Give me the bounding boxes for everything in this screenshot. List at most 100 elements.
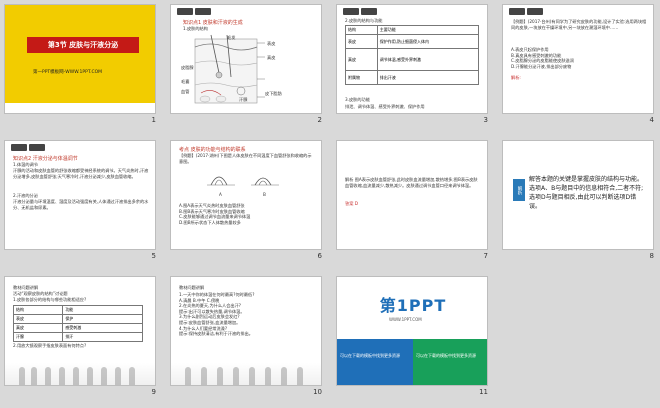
slide-thumbnail-5[interactable]: 知识点2 汗液分泌与体温调节 1.体温的调节 汗腺的活动和皮肤血管的舒张收缩都受… [4,140,156,250]
nav-tag-icon [509,8,525,15]
diagram-label: 血管 [181,89,190,94]
slide-grid: 第3节 皮肤与汗液分泌 第一PPT模板网-WWW.1PPT.COM 1 知识点1… [0,0,660,408]
list-item: 提示:保持皮肤清洁,有利于汗液的排出。 [179,331,253,337]
slide-thumbnail-11[interactable]: 第1PPT WWW.1PPT.COM 可以在下载的模板中找到更多资源 可以在下载… [336,276,488,386]
people-silhouette-icon [171,363,321,385]
slide-number: 2 [317,116,322,124]
slide-footer-text: 第一PPT模板网-WWW.1PPT.COM [33,70,103,75]
nav-tag-icon [195,8,211,15]
slide-thumbnail-3[interactable]: 2.皮肤的结构与功能 结构 主要功能 表皮 保护作用,防止细菌侵入体内 真皮 调节体温… [336,4,488,114]
slide-subheading: 2.汗液的分泌 [13,193,38,198]
table-header: 主要功能 [376,25,480,35]
nav-tag-icon [527,8,543,15]
paragraph-text: 汗腺的活动和皮肤血管的舒张收缩都受神经系统的调节。天气炎热时,汗液分泌增多,皮肤… [13,168,149,179]
slide-subheading: 1.皮肤的结构 [183,26,208,31]
brand-logo: 第1PPT [379,296,447,315]
answer-label: 答案 D [345,201,358,206]
nav-tag-icon [11,144,27,151]
nav-tag-icon [177,8,193,15]
slide-number: 1 [151,116,156,124]
slide-thumbnail-2[interactable]: 知识点1 皮肤和汗液的生成 1.皮肤的结构 毛发 表皮 皮脂腺 真皮 汗腺 毛囊… [170,4,322,114]
info-panel-right: 可以在下载的模板中找到更多资源 [413,339,487,385]
item-list: 1.一天中你的体温在何时最高?何时最低? A.清晨 B.中午 C.傍晚 2.在炎… [179,292,315,337]
table-header: 结构 [345,25,378,35]
diagram-label: 表皮 [267,41,276,46]
slide-title: 第3节 皮肤与汗液分泌 [47,41,119,49]
slide-number: 5 [151,252,156,260]
brand-url: WWW.1PPT.COM [389,317,422,322]
slide-number: 10 [313,388,322,396]
option-item: D.汗腺能分泌汗液,排出部分废物 [511,63,572,69]
table-row: 表皮 保护作用,防止细菌侵入体内 [345,34,480,49]
table-row: 真皮 调节体温,感受外界刺激 [345,48,480,71]
diagram-label: 皮脂腺 [181,65,194,70]
slide-subheading: 3.皮肤的功能 [345,97,370,102]
structure-table: 结构 功能 表皮 保护 真皮 感受刺激 汗腺 排汗 [12,305,143,342]
slide-footnote: 2.用放大镜观察手指皮肤表面有何特点? [13,343,87,348]
slide-subheading: 活动“观察皮肤的结构”讨论题 [13,291,68,296]
slide-heading: 教材问题讲解 [179,285,205,290]
slide-footnote: 排泄、调节体温、感受外界刺激、保护作用 [345,104,425,109]
slide-thumbnail-8[interactable]: 解析 解答本题的关键是掌握皮肤的结构与功能。选项A、B与题目中的信息相符合,二者… [502,140,654,250]
analysis-text: 解答本题的关键是掌握皮肤的结构与功能。选项A、B与题目中的信息相符合,二者不符;… [529,176,644,210]
slide-cell-1[interactable]: 第3节 皮肤与汗液分泌 第一PPT模板网-WWW.1PPT.COM 1 [0,0,160,124]
slide-number: 7 [483,252,488,260]
nav-tag-icon [29,144,45,151]
slide-number: 11 [479,388,488,396]
question-text: 【例题】(2017·台州)有同学为了研究皮肤的功能,设计了实验:选用两块相同的皮… [511,19,647,30]
slide-cell-3[interactable]: 2.皮肤的结构与功能 结构 主要功能 表皮 保护作用,防止细菌侵入体内 真皮 调节体温… [332,0,492,124]
slide-cell-11[interactable]: 第1PPT WWW.1PPT.COM 可以在下载的模板中找到更多资源 可以在下载… [332,272,492,396]
slide-cell-4[interactable]: 【例题】(2017·台州)有同学为了研究皮肤的功能,设计了实验:选用两块相同的皮… [498,0,658,124]
figure-label: B [263,192,266,197]
structure-table: 结构 主要功能 表皮 保护作用,防止细菌侵入体内 真皮 调节体温,感受外界刺激 附属物… [345,25,480,85]
slide-cell-5[interactable]: 知识点2 汗液分泌与体温调节 1.体温的调节 汗腺的活动和皮肤血管的舒张收缩都受… [0,136,160,260]
people-silhouette-icon [5,363,155,385]
table-row: 汗腺 排汗 [12,332,143,342]
option-item: D.图B所示状态下人体散热量较多 [179,219,241,225]
slide-cell-10[interactable]: 教材问题讲解 1.一天中你的体温在何时最高?何时最低? A.清晨 B.中午 C.… [166,272,326,396]
bottom-band [5,103,155,113]
slide-thumbnail-7[interactable]: 解析 图A表示皮肤血管舒张,此时皮肤血流量增加,散热增多;图B表示皮肤血管收缩,… [336,140,488,250]
nav-tag-icon [361,8,377,15]
slide-thumbnail-6[interactable]: 考点 皮肤的功能与结构的联系 【例题】(2017·湖州)下图是人体皮肤在不同温度… [170,140,322,250]
diagram-label: 真皮 [267,55,276,60]
slide-number: 8 [649,252,654,260]
table-row: 附属物 排出汗液 [345,70,480,85]
slide-number: 4 [649,116,654,124]
slide-thumbnail-1[interactable]: 第3节 皮肤与汗液分泌 第一PPT模板网-WWW.1PPT.COM [4,4,156,114]
figure-label: A [219,192,222,197]
paragraph-text: 汗液分泌量与环境温度、湿度及活动强度有关,人体通过汗液排出多余的水分、无机盐和尿… [13,199,149,210]
analysis-badge: 解析 [513,179,525,201]
question-text: 1.皮肤各部分的结构与哪些功能相适应? [13,297,87,302]
slide-thumbnail-10[interactable]: 教材问题讲解 1.一天中你的体温在何时最高?何时最低? A.清晨 B.中午 C.… [170,276,322,386]
slide-cell-8[interactable]: 解析 解答本题的关键是掌握皮肤的结构与功能。选项A、B与题目中的信息相符合,二者… [498,136,658,260]
diagram-label: 皮下脂肪 [265,91,282,96]
table-row: 表皮 保护 [12,314,143,324]
info-panel-left: 可以在下载的模板中找到更多资源 [337,339,413,385]
question-text: 【例题】(2017·湖州)下图是人体皮肤在不同温度下血管舒张和收缩的示意图。 [179,153,312,164]
diagram-label: 毛囊 [181,79,190,84]
vessel-diagram-icon [207,176,279,186]
slide-heading: 教材问题讲解 [13,285,39,290]
slide-cell-2[interactable]: 知识点1 皮肤和汗液的生成 1.皮肤的结构 毛发 表皮 皮脂腺 真皮 汗腺 毛囊… [166,0,326,124]
title-banner: 第3节 皮肤与汗液分泌 [27,37,139,53]
slide-number: 6 [317,252,322,260]
slide-heading: 考点 皮肤的功能与结构的联系 [179,147,246,153]
option-list: A.表皮只起保护作用 B.真皮具有感受刺激的功能 C.皮脂腺分泌的皮脂能使皮肤滋… [511,47,647,69]
slide-heading: 知识点2 汗液分泌与体温调节 [13,156,78,162]
slide-thumbnail-9[interactable]: 教材问题讲解 活动“观察皮肤的结构”讨论题 1.皮肤各部分的结构与哪些功能相适应… [4,276,156,386]
slide-subheading: 1.体温的调节 [13,162,38,167]
slide-thumbnail-4[interactable]: 【例题】(2017·台州)有同学为了研究皮肤的功能,设计了实验:选用两块相同的皮… [502,4,654,114]
slide-heading: 知识点1 皮肤和汗液的生成 [183,20,243,26]
option-list: A.图A表示天气炎热时皮肤血管舒张 B.图B表示天气寒冷时皮肤血管收缩 C.皮肤… [179,203,315,225]
slide-cell-7[interactable]: 解析 图A表示皮肤血管舒张,此时皮肤血流量增加,散热增多;图B表示皮肤血管收缩,… [332,136,492,260]
diagram-label: 毛发 [227,35,236,40]
analysis-text: 解析 图A表示皮肤血管舒张,此时皮肤血流量增加,散热增多;图B表示皮肤血管收缩,… [345,177,478,188]
slide-heading: 2.皮肤的结构与功能 [345,18,383,23]
nav-tag-icon [343,8,359,15]
slide-cell-6[interactable]: 考点 皮肤的功能与结构的联系 【例题】(2017·湖州)下图是人体皮肤在不同温度… [166,136,326,260]
slide-number: 3 [483,116,488,124]
slide-cell-9[interactable]: 教材问题讲解 活动“观察皮肤的结构”讨论题 1.皮肤各部分的结构与哪些功能相适应… [0,272,160,396]
slide-number: 9 [151,388,156,396]
answer-label: 解析: [511,75,521,80]
